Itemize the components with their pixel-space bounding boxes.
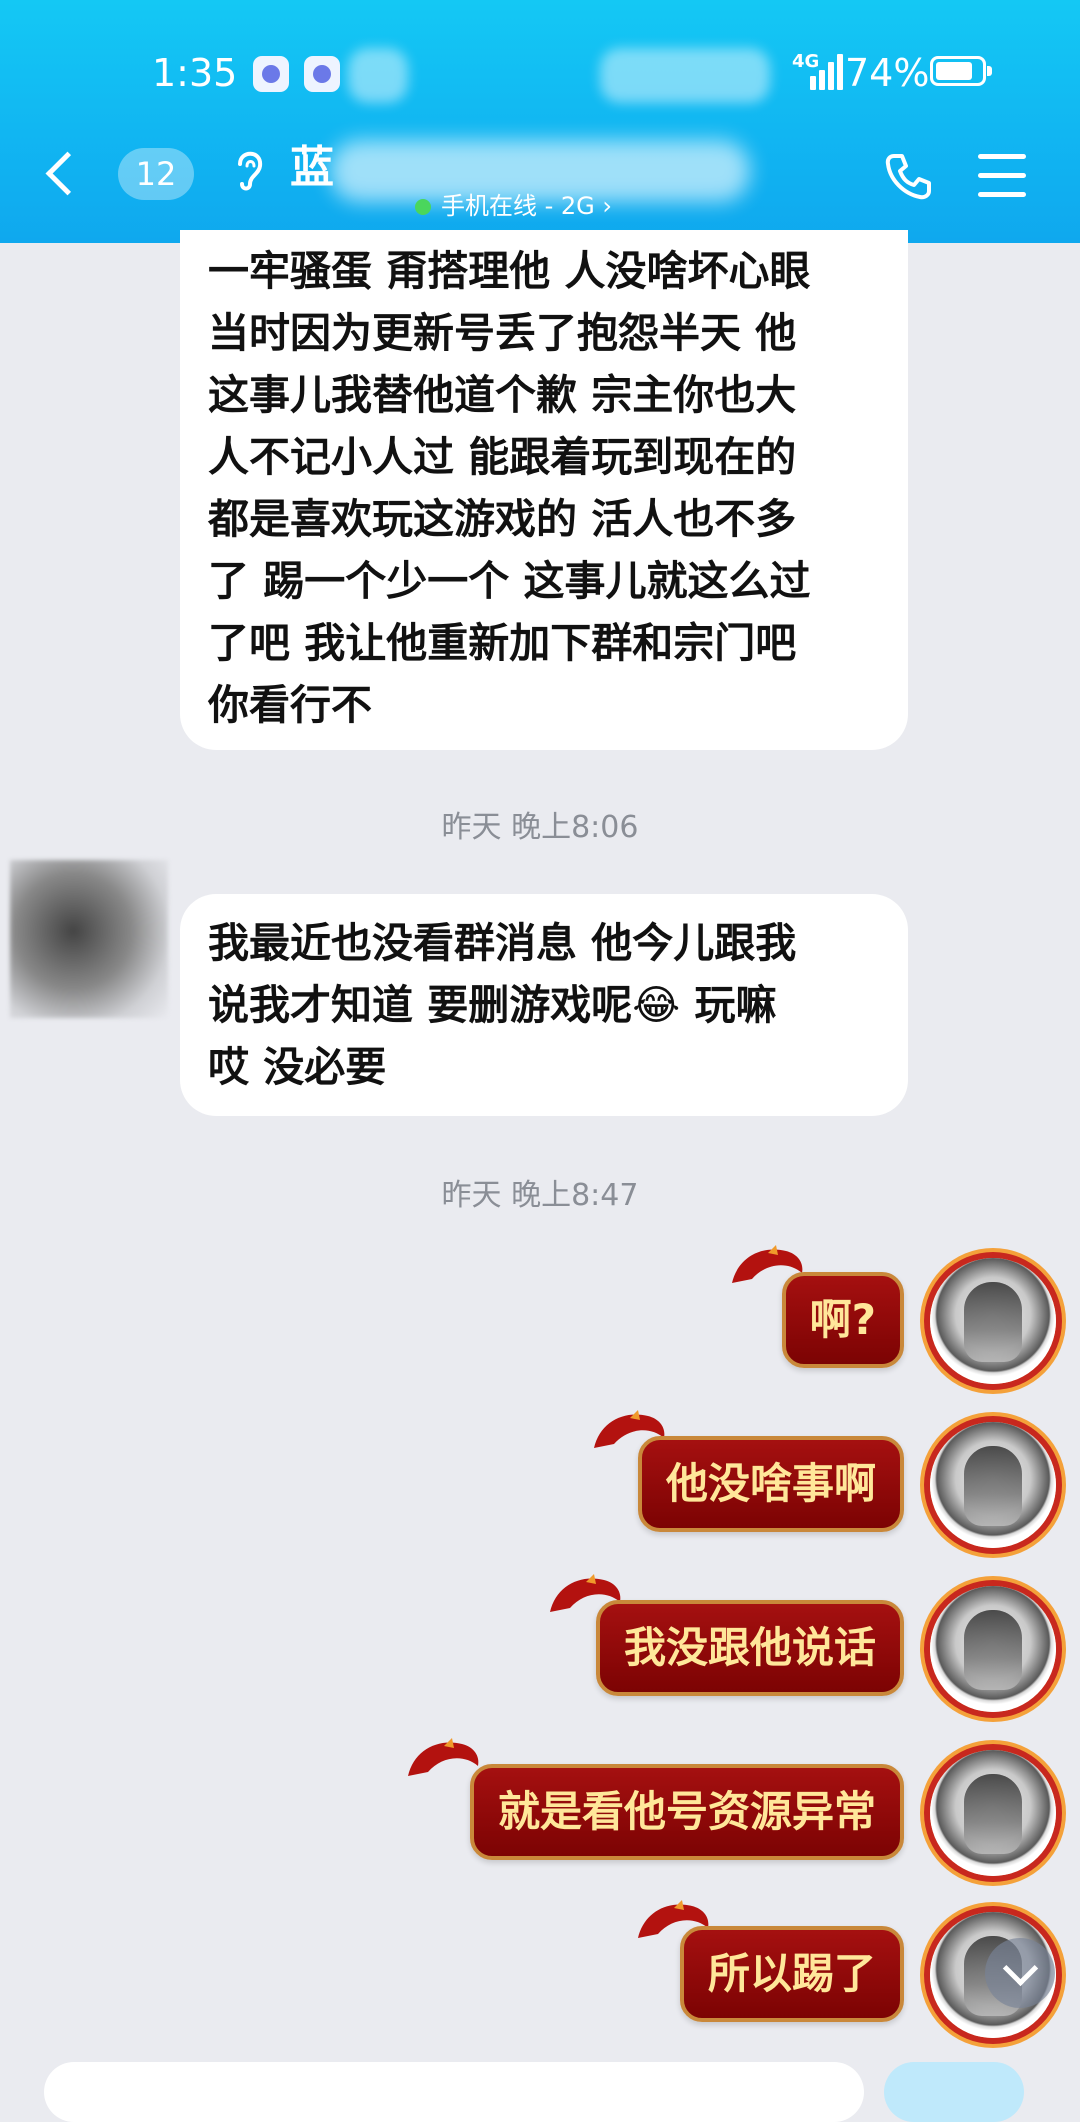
timestamp: 昨天 晚上8:06 — [441, 810, 639, 845]
chat-header: 1:35 4G 74% 12 蓝 手机在线 - 2G › — [0, 0, 1080, 243]
nav-bar: 12 蓝 手机在线 - 2G › — [0, 130, 1080, 220]
outgoing-message[interactable]: 就是看他号资源异常 — [469, 1764, 904, 1860]
battery-percent: 74% — [845, 51, 930, 95]
battery-icon — [930, 56, 992, 86]
timestamp: 昨天 晚上8:47 — [441, 1178, 639, 1213]
message-line: 都是喜欢玩这游戏的 活人也不多 — [208, 495, 797, 543]
message-line: 当时因为更新号丢了抱怨半天 他 — [208, 309, 797, 357]
message-line: 说我才知道 要删游戏呢😂 玩嘛 — [208, 981, 777, 1029]
outgoing-message[interactable]: 啊? — [781, 1272, 904, 1368]
menu-icon[interactable] — [978, 154, 1026, 198]
phone-icon-svg — [885, 154, 931, 200]
message-line: 这事儿我替他道个歉 宗主你也大 — [208, 371, 797, 419]
avatar[interactable] — [930, 1422, 1056, 1548]
incoming-message[interactable]: 一牢骚蛋 甭搭理他 人没啥坏心眼 当时因为更新号丢了抱怨半天 他 这事儿我替他道… — [180, 230, 908, 750]
outgoing-message[interactable]: 所以踢了 — [679, 1926, 904, 2022]
message-line: 了 踢一个少一个 这事儿就这么过 — [208, 557, 811, 605]
online-dot-icon — [415, 199, 431, 215]
redacted-area — [600, 48, 770, 103]
ear-icon — [232, 144, 266, 200]
message-input[interactable] — [44, 2062, 864, 2122]
contact-name[interactable]: 蓝 — [290, 138, 334, 198]
unread-count-badge[interactable]: 12 — [118, 148, 194, 200]
app-notification-icon — [253, 56, 289, 92]
online-status-text: 手机在线 - 2G › — [441, 192, 613, 220]
signal-icon — [810, 52, 844, 90]
message-line: 我最近也没看群消息 他今儿跟我 — [208, 919, 797, 967]
message-line: 哎 没必要 — [208, 1043, 387, 1091]
message-line: 你看行不 — [208, 681, 372, 729]
back-chevron-icon[interactable] — [40, 150, 80, 200]
send-button[interactable] — [884, 2062, 1024, 2122]
avatar[interactable] — [10, 860, 168, 1018]
app-notification-icon — [304, 56, 340, 92]
online-status[interactable]: 手机在线 - 2G › — [415, 188, 612, 224]
message-line: 人不记小人过 能跟着玩到现在的 — [208, 433, 797, 481]
outgoing-message[interactable]: 我没跟他说话 — [595, 1600, 904, 1696]
message-line: 一牢骚蛋 甭搭理他 人没啥坏心眼 — [208, 247, 811, 295]
message-line: 了吧 我让他重新加下群和宗门吧 — [208, 619, 797, 667]
avatar[interactable] — [930, 1750, 1056, 1876]
avatar[interactable] — [930, 1258, 1056, 1384]
status-time: 1:35 — [152, 51, 238, 95]
ear-icon-svg — [238, 151, 263, 191]
incoming-message[interactable]: 我最近也没看群消息 他今儿跟我 说我才知道 要删游戏呢😂 玩嘛 哎 没必要 — [180, 894, 908, 1116]
status-bar: 1:35 4G 74% — [0, 48, 1080, 103]
avatar[interactable] — [930, 1586, 1056, 1712]
redacted-area — [348, 48, 408, 103]
phone-icon[interactable] — [882, 150, 934, 202]
outgoing-message[interactable]: 他没啥事啊 — [637, 1436, 904, 1532]
scroll-to-bottom-button[interactable] — [985, 1938, 1055, 2008]
